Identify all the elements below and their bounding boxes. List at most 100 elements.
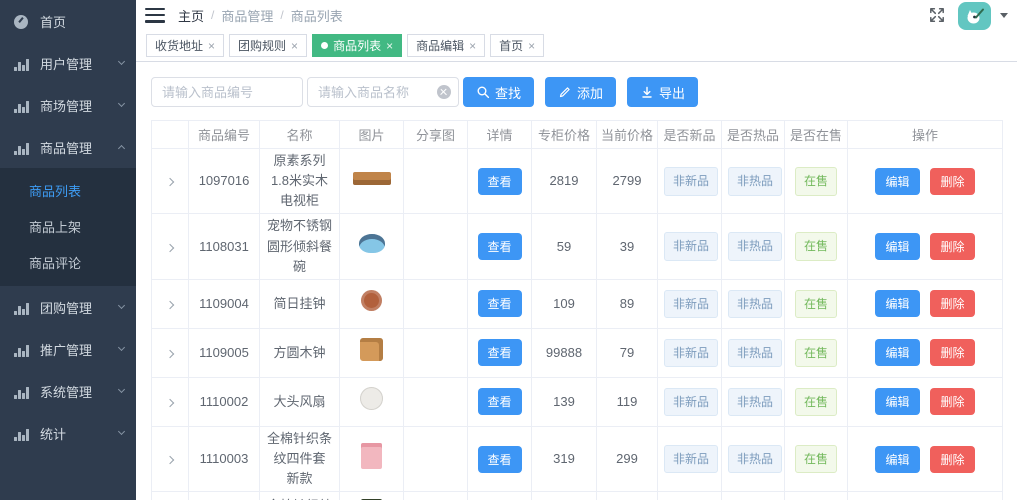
chevron-down-icon — [118, 302, 125, 309]
breadcrumb: 主页/商品管理/商品列表 — [178, 6, 343, 25]
cell-current-price: 89 — [597, 279, 658, 328]
row-expand-chevron-icon[interactable] — [166, 243, 174, 251]
sidebar-subitem-product-list[interactable]: 商品列表 — [0, 172, 136, 208]
bar-chart-icon — [13, 341, 29, 357]
cell-share-image — [404, 279, 468, 328]
sidebar-item-mall[interactable]: 商场管理 — [0, 84, 136, 126]
tab-收货地址[interactable]: 收货地址 × — [146, 34, 224, 57]
edit-button[interactable]: 编辑 — [875, 168, 920, 195]
cell-product-name: 原素系列1.8米实木电视柜 — [260, 149, 340, 214]
sidebar-item-label: 统计 — [40, 424, 119, 443]
row-expand-chevron-icon[interactable] — [166, 178, 174, 186]
onsale-status-badge: 在售 — [795, 388, 837, 417]
tab-商品编辑[interactable]: 商品编辑 × — [407, 34, 485, 57]
delete-button[interactable]: 删除 — [930, 446, 975, 473]
row-expand-chevron-icon[interactable] — [166, 399, 174, 407]
breadcrumb-item[interactable]: 主页 — [178, 6, 204, 25]
cell-product-code: 1097016 — [189, 149, 260, 214]
view-button[interactable]: 查看 — [478, 290, 522, 317]
view-button[interactable]: 查看 — [478, 339, 522, 366]
bar-chart-icon — [13, 425, 29, 441]
sidebar-item-users[interactable]: 用户管理 — [0, 42, 136, 84]
tab-close-icon[interactable]: × — [528, 40, 535, 52]
tab-团购规则[interactable]: 团购规则× — [229, 34, 307, 57]
new-status-badge: 非新品 — [664, 290, 718, 319]
main-area: 主页/商品管理/商品列表 — [136, 0, 1017, 500]
chevron-down-icon[interactable] — [1000, 13, 1008, 18]
cell-share-image — [404, 214, 468, 279]
cell-current-price: 2799 — [597, 149, 658, 214]
bar-chart-icon — [13, 55, 29, 71]
bar-chart-icon — [13, 97, 29, 113]
sidebar-item-stats[interactable]: 统计 — [0, 412, 136, 454]
search-button[interactable]: 查找 — [463, 77, 534, 107]
sidebar-item-products[interactable]: 商品管理 — [0, 126, 136, 168]
bar-chart-icon — [13, 139, 29, 155]
breadcrumb-separator: / — [280, 8, 283, 22]
tab-商品列表[interactable]: 商品列表× — [312, 34, 402, 57]
new-status-badge: 非新品 — [664, 445, 718, 474]
delete-button[interactable]: 删除 — [930, 168, 975, 195]
sidebar-subitem-product-shelf[interactable]: 商品上架 — [0, 208, 136, 244]
table-body: 1097016原素系列1.8米实木电视柜查看28192799非新品非热品在售编辑… — [152, 149, 1003, 500]
row-expand-chevron-icon[interactable] — [166, 350, 174, 358]
delete-button[interactable]: 删除 — [930, 233, 975, 260]
tab-首页[interactable]: 首页× — [490, 34, 544, 57]
cell-product-name: 全棉针织纯色四件套 — [260, 492, 340, 500]
fullscreen-icon[interactable] — [928, 6, 946, 24]
onsale-status-badge: 在售 — [795, 167, 837, 196]
column-header: 分享图 — [404, 121, 468, 149]
view-button[interactable]: 查看 — [478, 446, 522, 473]
user-avatar[interactable] — [958, 2, 991, 30]
delete-button[interactable]: 删除 — [930, 388, 975, 415]
sidebar-item-group-buy[interactable]: 团购管理 — [0, 286, 136, 328]
hot-status-badge: 非热品 — [728, 232, 782, 261]
chevron-down-icon — [118, 58, 125, 65]
new-status-badge: 非新品 — [664, 167, 718, 196]
hot-status-badge: 非热品 — [728, 445, 782, 474]
edit-button[interactable]: 编辑 — [875, 233, 920, 260]
add-button[interactable]: 添加 — [545, 77, 616, 107]
tab-label: 商品编辑 — [416, 37, 464, 54]
sidebar-item-home[interactable]: 首页 — [0, 0, 136, 42]
view-button[interactable]: 查看 — [478, 233, 522, 260]
edit-button[interactable]: 编辑 — [875, 446, 920, 473]
topbar: 主页/商品管理/商品列表 — [136, 0, 1017, 30]
sidebar-item-promotion[interactable]: 推广管理 — [0, 328, 136, 370]
table-row: 1108031宠物不锈钢圆形倾斜餐碗查看5939非新品非热品在售编辑删除 — [152, 214, 1003, 279]
export-button[interactable]: 导出 — [627, 77, 698, 107]
cell-product-name: 宠物不锈钢圆形倾斜餐碗 — [260, 214, 340, 279]
row-expand-chevron-icon[interactable] — [166, 301, 174, 309]
search-toolbar: 查找 添加 导出 — [136, 62, 1017, 120]
clear-input-icon[interactable] — [437, 85, 451, 99]
tab-close-icon[interactable]: × — [208, 40, 215, 52]
edit-button[interactable]: 编辑 — [875, 290, 920, 317]
chevron-down-icon — [118, 344, 125, 351]
tab-close-icon[interactable]: × — [291, 40, 298, 52]
table-row: 1097016原素系列1.8米实木电视柜查看28192799非新品非热品在售编辑… — [152, 149, 1003, 214]
row-expand-chevron-icon[interactable] — [166, 456, 174, 464]
edit-button[interactable]: 编辑 — [875, 339, 920, 366]
column-header: 专柜价格 — [532, 121, 597, 149]
view-button[interactable]: 查看 — [478, 388, 522, 415]
delete-button[interactable]: 删除 — [930, 339, 975, 366]
onsale-status-badge: 在售 — [795, 290, 837, 319]
tab-close-icon[interactable]: × — [469, 40, 476, 52]
new-status-badge: 非新品 — [664, 339, 718, 368]
delete-button[interactable]: 删除 — [930, 290, 975, 317]
view-button[interactable]: 查看 — [478, 168, 522, 195]
edit-button[interactable]: 编辑 — [875, 388, 920, 415]
sidebar-item-system[interactable]: 系统管理 — [0, 370, 136, 412]
tab-close-icon[interactable]: × — [386, 40, 393, 52]
dashboard-icon — [13, 13, 29, 29]
cell-counter-price: 109 — [532, 279, 597, 328]
export-button-label: 导出 — [659, 83, 685, 102]
hamburger-menu-icon[interactable] — [145, 8, 165, 23]
cell-product-name: 全棉针织条纹四件套 新款 — [260, 426, 340, 491]
hot-status-badge: 非热品 — [728, 290, 782, 319]
cell-product-name: 大头风扇 — [260, 377, 340, 426]
cell-product-code: 1110002 — [189, 377, 260, 426]
product-code-input[interactable] — [151, 77, 303, 107]
sidebar-subitem-product-comments[interactable]: 商品评论 — [0, 244, 136, 280]
tab-label: 收货地址 — [155, 37, 203, 54]
